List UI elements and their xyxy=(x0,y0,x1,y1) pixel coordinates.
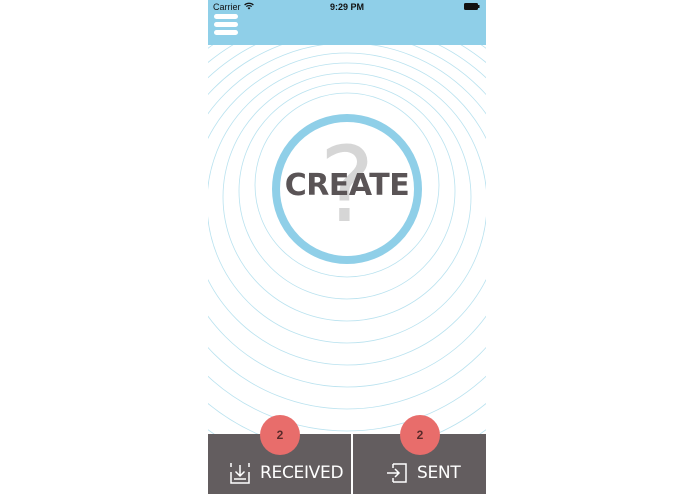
tab-received-label: RECEIVED xyxy=(260,463,344,483)
create-button[interactable]: ? CREATE xyxy=(270,112,424,266)
create-label: CREATE xyxy=(284,168,410,203)
status-time: 9:29 PM xyxy=(329,2,364,12)
menu-line-middle xyxy=(214,22,238,27)
received-count-badge: 2 xyxy=(260,415,300,455)
send-arrow-icon xyxy=(387,463,407,483)
battery-icon xyxy=(464,3,480,10)
status-bar: Carrier 9:29 PM xyxy=(208,0,486,14)
sent-count-badge: 2 xyxy=(400,415,440,455)
menu-line-bottom xyxy=(214,30,238,35)
header-bar: Carrier 9:29 PM xyxy=(208,0,486,45)
inbox-download-icon xyxy=(230,463,250,484)
hamburger-menu-icon[interactable] xyxy=(214,14,240,40)
menu-line-top xyxy=(214,14,238,19)
phone-screen: Carrier 9:29 PM ? CREATE RECEIVED SENT 2… xyxy=(208,0,486,494)
tab-sent-label: SENT xyxy=(417,463,461,483)
bottom-tab-bar: RECEIVED SENT xyxy=(208,434,486,494)
page: Carrier 9:29 PM ? CREATE RECEIVED SENT 2… xyxy=(0,0,695,494)
